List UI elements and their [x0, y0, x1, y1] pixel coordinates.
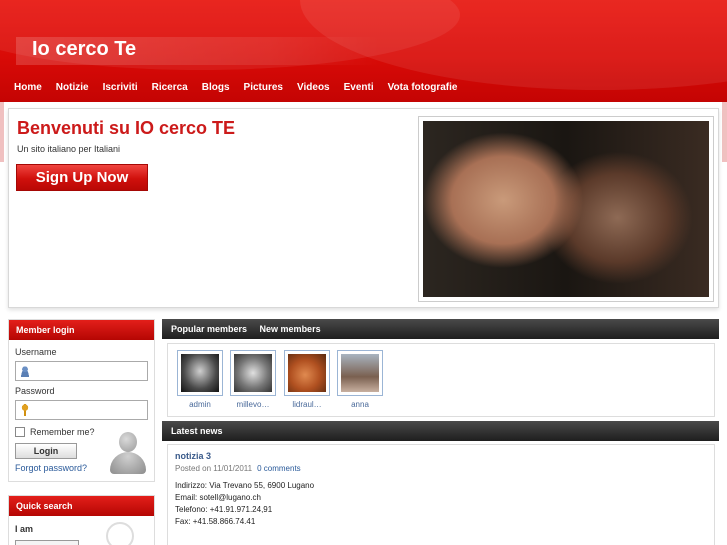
- login-button[interactable]: Login: [15, 443, 77, 459]
- search-avatar-placeholder: [106, 522, 134, 545]
- member-thumbnail[interactable]: [177, 350, 223, 396]
- password-input[interactable]: [15, 400, 148, 420]
- nav-eventi[interactable]: Eventi: [344, 82, 374, 93]
- member-card[interactable]: millevo…: [230, 350, 276, 409]
- nav-ricerca[interactable]: Ricerca: [152, 82, 188, 93]
- member-thumbnail[interactable]: [230, 350, 276, 396]
- nav-iscriviti[interactable]: Iscriviti: [103, 82, 138, 93]
- news-line: Indirizzo: Via Trevano 55, 6900 Lugano: [175, 481, 315, 490]
- member-login-title: Member login: [9, 320, 154, 340]
- iam-label: I am: [15, 524, 34, 534]
- member-name[interactable]: admin: [177, 400, 223, 409]
- nav-blogs[interactable]: Blogs: [202, 82, 230, 93]
- tab-new-members[interactable]: New members: [260, 324, 321, 334]
- nav-videos[interactable]: Videos: [297, 82, 330, 93]
- news-line: Fax: +41.58.866.74.41: [175, 517, 256, 526]
- member-login-box: Member login Username Password Remember …: [8, 319, 155, 482]
- username-label: Username: [15, 347, 57, 357]
- news-title[interactable]: notizia 3: [175, 451, 211, 461]
- user-icon: [19, 365, 31, 377]
- latest-news-title: Latest news: [171, 426, 223, 436]
- latest-news-bar: Latest news: [162, 421, 719, 441]
- news-line: Telefono: +41.91.971.24,91: [175, 505, 273, 514]
- members-panel: admin millevo… lidraul… anna: [167, 343, 715, 417]
- member-card[interactable]: lidraul…: [284, 350, 330, 409]
- quick-search-title: Quick search: [9, 496, 154, 516]
- member-name[interactable]: millevo…: [230, 400, 276, 409]
- nav-pictures[interactable]: Pictures: [244, 82, 283, 93]
- news-date: Posted on 11/01/2011: [175, 464, 253, 473]
- news-panel: notizia 3 Posted on 11/01/2011 0 comments…: [167, 444, 715, 545]
- member-name[interactable]: lidraul…: [284, 400, 330, 409]
- news-line: Email: sotell@lugano.ch: [175, 493, 261, 502]
- main-nav: Home Notizie Iscriviti Ricerca Blogs Pic…: [14, 82, 471, 93]
- quick-search-box: Quick search I am: [8, 495, 155, 545]
- welcome-tagline: Un sito italiano per Italiani: [17, 144, 121, 154]
- site-title[interactable]: Io cerco Te: [32, 38, 136, 61]
- member-name[interactable]: anna: [337, 400, 383, 409]
- sign-up-button[interactable]: Sign Up Now: [16, 164, 148, 191]
- gender-select[interactable]: [15, 540, 79, 545]
- couple-photo: [423, 121, 709, 297]
- members-tabbar: Popular members New members: [162, 319, 719, 339]
- nav-home[interactable]: Home: [14, 82, 42, 93]
- hero-photo-frame: [418, 116, 714, 302]
- tab-popular-members[interactable]: Popular members: [171, 324, 247, 334]
- hero-edge: [0, 102, 4, 162]
- member-thumbnail[interactable]: [337, 350, 383, 396]
- member-card[interactable]: admin: [177, 350, 223, 409]
- welcome-panel: Benvenuti su IO cerco TE Un sito italian…: [8, 108, 719, 308]
- username-input[interactable]: [15, 361, 148, 381]
- forgot-password-link[interactable]: Forgot password?: [15, 463, 87, 473]
- welcome-heading: Benvenuti su IO cerco TE: [17, 118, 236, 138]
- password-label: Password: [15, 386, 55, 396]
- key-icon: [19, 404, 31, 416]
- site-header: Io cerco Te Home Notizie Iscriviti Ricer…: [0, 0, 727, 102]
- news-comments-link[interactable]: 0 comments: [257, 464, 301, 473]
- hero-edge: [722, 102, 727, 162]
- news-posted: Posted on 11/01/2011 0 comments: [175, 464, 301, 473]
- remember-me-checkbox[interactable]: [15, 427, 25, 437]
- member-card[interactable]: anna: [337, 350, 383, 409]
- default-avatar-icon: [108, 430, 148, 475]
- remember-me-label: Remember me?: [30, 427, 95, 437]
- nav-vota-fotografie[interactable]: Vota fotografie: [388, 82, 458, 93]
- member-thumbnail[interactable]: [284, 350, 330, 396]
- nav-notizie[interactable]: Notizie: [56, 82, 89, 93]
